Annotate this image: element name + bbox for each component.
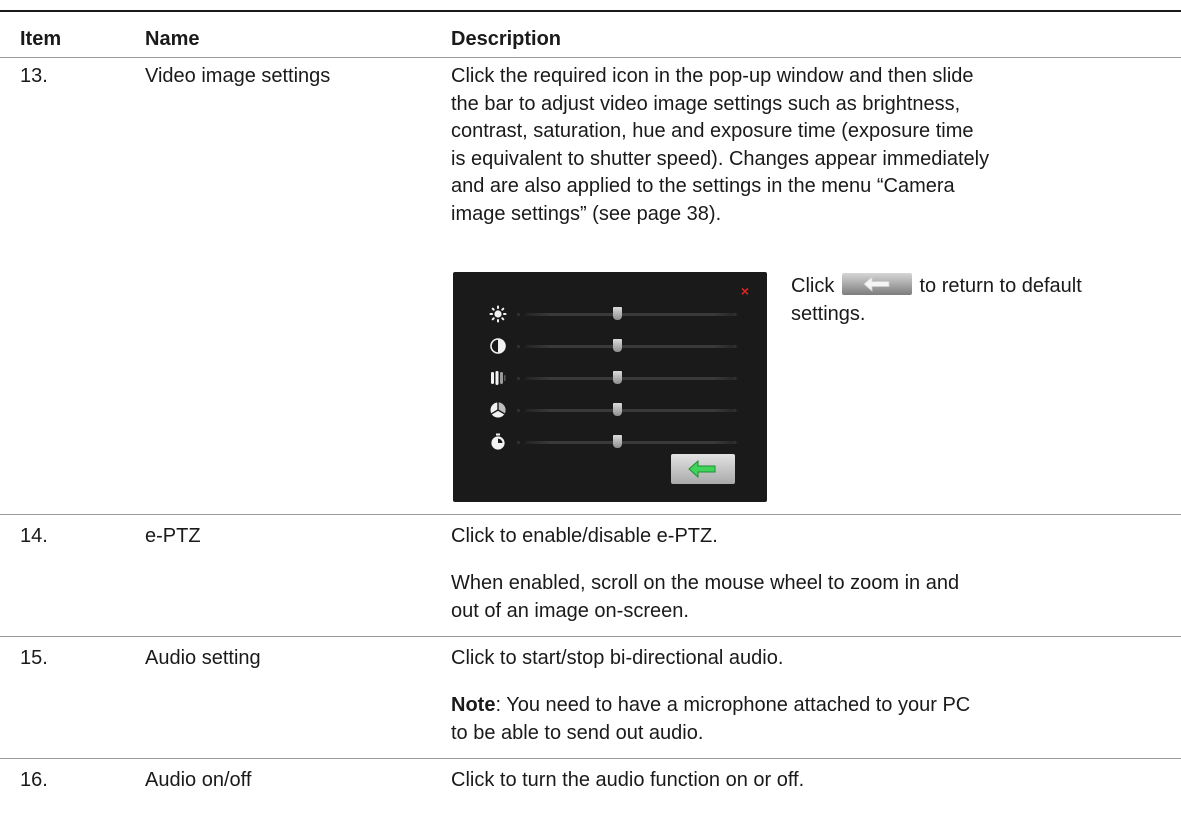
restore-default-inline-button bbox=[841, 273, 912, 295]
slider-max-marker bbox=[733, 313, 736, 316]
desc-line: Click the required icon in the pop-up wi… bbox=[451, 65, 974, 87]
header-description: Description bbox=[451, 28, 562, 50]
row-16-item: 16. bbox=[20, 769, 48, 791]
saturation-slider[interactable] bbox=[453, 366, 767, 390]
header-item: Item bbox=[20, 28, 62, 50]
slider-thumb[interactable] bbox=[613, 339, 622, 352]
row-16-description: Click to turn the audio function on or o… bbox=[451, 769, 805, 791]
slider-min-marker bbox=[517, 441, 520, 444]
row-15-item: 15. bbox=[20, 647, 48, 669]
note-label: Note bbox=[451, 694, 496, 716]
header-name: Name bbox=[145, 28, 200, 50]
slider-max-marker bbox=[733, 377, 736, 380]
contrast-slider[interactable] bbox=[453, 334, 767, 358]
header-rule bbox=[0, 57, 1181, 58]
slider-thumb[interactable] bbox=[613, 403, 622, 416]
slider-track[interactable] bbox=[525, 345, 738, 348]
slider-track[interactable] bbox=[525, 409, 738, 412]
slider-track[interactable] bbox=[525, 441, 738, 444]
row-13-rule bbox=[0, 514, 1181, 515]
row-14-description-2: When enabled, scroll on the mouse wheel … bbox=[451, 570, 1171, 625]
hue-icon[interactable] bbox=[489, 401, 507, 419]
slider-max-marker bbox=[733, 441, 736, 444]
row-14-description: Click to enable/disable e-PTZ. bbox=[451, 525, 718, 547]
contrast-icon[interactable] bbox=[489, 337, 507, 355]
slider-min-marker bbox=[517, 377, 520, 380]
slider-thumb[interactable] bbox=[613, 371, 622, 384]
note-line-2: settings. bbox=[791, 302, 866, 325]
desc-line: the bar to adjust video image settings s… bbox=[451, 92, 961, 115]
row-13-description: Click the required icon in the pop-up wi… bbox=[451, 63, 1171, 228]
desc-line: contrast, saturation, hue and exposure t… bbox=[451, 120, 974, 142]
slider-max-marker bbox=[733, 409, 736, 412]
return-arrow-icon bbox=[863, 276, 890, 292]
restore-default-button[interactable] bbox=[671, 454, 735, 484]
video-image-settings-panel: × bbox=[453, 272, 767, 502]
slider-min-marker bbox=[517, 345, 520, 348]
desc-line: image settings” (see page 38). bbox=[451, 202, 722, 225]
desc-line: and are also applied to the settings in … bbox=[451, 175, 955, 197]
note-prefix: Click bbox=[791, 275, 835, 297]
row-13-name: Video image settings bbox=[145, 65, 331, 87]
desc-line: out of an image on-screen. bbox=[451, 599, 689, 622]
close-icon[interactable]: × bbox=[741, 284, 749, 298]
slider-thumb[interactable] bbox=[613, 307, 622, 320]
row-15-name: Audio setting bbox=[145, 647, 261, 669]
brightness-slider[interactable] bbox=[453, 302, 767, 326]
return-arrow-icon bbox=[688, 459, 716, 479]
note-suffix: to return to default bbox=[919, 275, 1082, 297]
restore-default-note: Click to return to default settings. bbox=[791, 273, 1171, 328]
table-top-rule bbox=[0, 10, 1181, 12]
slider-min-marker bbox=[517, 313, 520, 316]
row-16-name: Audio on/off bbox=[145, 769, 252, 791]
row-15-description: Click to start/stop bi-directional audio… bbox=[451, 647, 784, 669]
slider-max-marker bbox=[733, 345, 736, 348]
exposure-time-icon[interactable] bbox=[489, 433, 507, 451]
saturation-icon[interactable] bbox=[489, 369, 507, 387]
slider-track[interactable] bbox=[525, 313, 738, 316]
row-14-item: 14. bbox=[20, 525, 48, 547]
slider-min-marker bbox=[517, 409, 520, 412]
row-15-note: Note: You need to have a microphone atta… bbox=[451, 692, 1171, 747]
row-14-name: e-PTZ bbox=[145, 525, 201, 547]
note-text: : You need to have a microphone attached… bbox=[495, 694, 971, 716]
brightness-icon[interactable] bbox=[489, 305, 507, 323]
row-13-item: 13. bbox=[20, 65, 48, 87]
note-text-2: to be able to send out audio. bbox=[451, 721, 704, 744]
exposure-time-slider[interactable] bbox=[453, 430, 767, 454]
row-14-rule bbox=[0, 636, 1181, 637]
slider-thumb[interactable] bbox=[613, 435, 622, 448]
desc-line: is equivalent to shutter speed). Changes… bbox=[451, 147, 990, 170]
desc-line: When enabled, scroll on the mouse wheel … bbox=[451, 572, 960, 594]
row-15-rule bbox=[0, 758, 1181, 759]
hue-slider[interactable] bbox=[453, 398, 767, 422]
slider-track[interactable] bbox=[525, 377, 738, 380]
